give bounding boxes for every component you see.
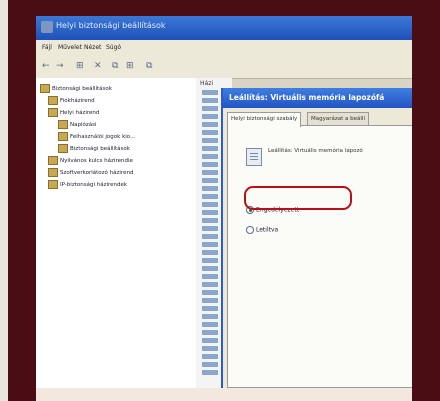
policy-row-icon[interactable]: [202, 298, 218, 303]
toolbar: ← → ⊞ ✕ ⧉ ⊞ ⧉: [36, 56, 412, 79]
folder-icon: [48, 156, 58, 165]
policy-row-icon[interactable]: [202, 98, 218, 103]
policy-row-icon[interactable]: [202, 90, 218, 95]
policy-row-icon[interactable]: [202, 218, 218, 223]
policy-row-icon[interactable]: [202, 290, 218, 295]
policy-row-icon[interactable]: [202, 122, 218, 127]
policy-row-icon[interactable]: [202, 210, 218, 215]
tree-item-user-rights[interactable]: Felhasználói jogok kio…: [58, 132, 136, 141]
policy-row-icon[interactable]: [202, 282, 218, 287]
forward-icon[interactable]: →: [56, 61, 64, 71]
screenshot-panel: Helyi biztonsági beállítások Fájl Művele…: [36, 16, 412, 388]
folder-icon: [48, 96, 58, 105]
policy-row-icon[interactable]: [202, 354, 218, 359]
policy-row-icon[interactable]: [202, 274, 218, 279]
policy-row-icon[interactable]: [202, 242, 218, 247]
window-titlebar: Helyi biztonsági beállítások: [36, 16, 412, 40]
policy-row-icon[interactable]: [202, 362, 218, 367]
policy-row-icon[interactable]: [202, 330, 218, 335]
back-icon[interactable]: ←: [42, 61, 50, 71]
tree-item-ip-security[interactable]: IP-biztonsági házirendek: [48, 180, 127, 189]
list-header: Házi: [200, 80, 214, 87]
console-tree: Biztonsági beállítások Fiókházirend Hely…: [36, 78, 197, 388]
policy-row-icon[interactable]: [202, 202, 218, 207]
policy-row-icon[interactable]: [202, 130, 218, 135]
menu-file[interactable]: Fájl: [42, 44, 52, 51]
policy-row-icon[interactable]: [202, 338, 218, 343]
radio-disabled[interactable]: Letiltva: [246, 226, 278, 234]
radio-empty-icon: [246, 226, 254, 234]
caption-area: [36, 388, 412, 401]
app-icon: [41, 21, 53, 33]
help-icon[interactable]: ⧉: [146, 61, 152, 71]
tab-content: Leállítás: Virtuális memória lapozó Enge…: [227, 125, 412, 388]
policy-row-icon[interactable]: [202, 170, 218, 175]
policy-row-icon[interactable]: [202, 114, 218, 119]
policy-row-icon[interactable]: [202, 266, 218, 271]
tab-local-security-setting[interactable]: Helyi biztonsági szabály: [227, 112, 302, 127]
policy-row-icon[interactable]: [202, 346, 218, 351]
policy-row-icon[interactable]: [202, 178, 218, 183]
dialog-title: Leállítás: Virtuális memória lapozófá: [223, 88, 412, 108]
menu-view[interactable]: Nézet: [84, 44, 101, 51]
menu-action[interactable]: Művelet: [58, 44, 82, 51]
policy-row-icon[interactable]: [202, 370, 218, 375]
tree-item-audit[interactable]: Naplózási: [58, 120, 97, 129]
tree-item-account-policy[interactable]: Fiókházirend: [48, 96, 95, 105]
tree-item-software-restriction[interactable]: Szoftverkorlátozó házirend: [48, 168, 133, 177]
up-icon[interactable]: ⊞: [76, 61, 84, 71]
folder-icon: [58, 144, 68, 153]
properties-icon[interactable]: ⧉: [112, 61, 118, 71]
export-icon[interactable]: ⊞: [126, 61, 134, 71]
policy-row-icon[interactable]: [202, 146, 218, 151]
folder-icon: [48, 168, 58, 177]
tree-item-security-options[interactable]: Biztonsági beállítások: [58, 144, 130, 153]
policy-row-icon[interactable]: [202, 258, 218, 263]
folder-icon: [48, 108, 58, 117]
policy-row-icon[interactable]: [202, 314, 218, 319]
tree-item-public-key[interactable]: Nyilvános kulcs házirendie: [48, 156, 133, 165]
delete-icon[interactable]: ✕: [94, 61, 102, 71]
policy-description: Leállítás: Virtuális memória lapozó: [268, 148, 363, 154]
menu-help[interactable]: Súgó: [106, 44, 121, 51]
folder-icon: [58, 120, 68, 129]
policy-row-icon[interactable]: [202, 186, 218, 191]
tree-item-security-settings[interactable]: Biztonsági beállítások: [40, 84, 112, 93]
window-title: Helyi biztonsági beállítások: [56, 21, 166, 30]
policy-row-icon[interactable]: [202, 306, 218, 311]
policy-row-icon[interactable]: [202, 106, 218, 111]
policy-document-icon: [246, 148, 262, 166]
folder-icon: [40, 84, 50, 93]
policy-row-icon[interactable]: [202, 138, 218, 143]
tab-explain[interactable]: Magyarázat a beállí: [307, 112, 369, 126]
page-left-strip: [0, 0, 8, 401]
highlight-circle: [244, 186, 352, 210]
policy-row-icon[interactable]: [202, 234, 218, 239]
folder-icon: [58, 132, 68, 141]
policy-row-icon[interactable]: [202, 154, 218, 159]
tree-item-local-policy[interactable]: Helyi házirend: [48, 108, 99, 117]
policy-dialog: Leállítás: Virtuális memória lapozófá He…: [221, 88, 412, 388]
policy-row-icon[interactable]: [202, 226, 218, 231]
policy-row-icon[interactable]: [202, 194, 218, 199]
folder-icon: [48, 180, 58, 189]
menu-bar: Fájl Művelet Nézet Súgó: [36, 40, 412, 56]
policy-row-icon[interactable]: [202, 162, 218, 167]
policy-row-icon[interactable]: [202, 322, 218, 327]
policy-row-icon[interactable]: [202, 250, 218, 255]
